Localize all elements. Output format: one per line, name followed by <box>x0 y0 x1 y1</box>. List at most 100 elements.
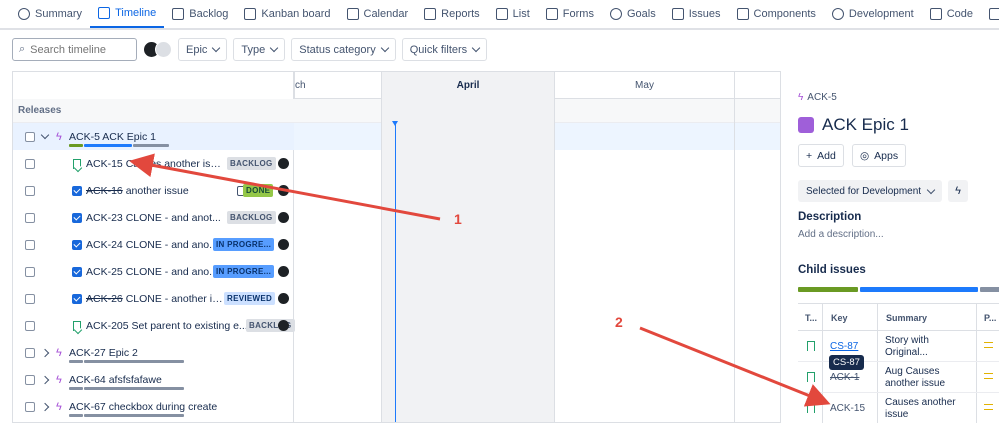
month-april: April <box>381 72 554 99</box>
timeline-chart <box>294 99 780 422</box>
avatar[interactable] <box>278 158 289 169</box>
priority-medium-icon <box>984 342 993 348</box>
table-row[interactable]: ACK-23 CLONE - and anot... BACKLOG <box>13 204 294 231</box>
epic-progress <box>69 387 184 390</box>
breadcrumb-key[interactable]: ACK-5 <box>807 92 836 103</box>
add-button[interactable]: + Add <box>798 144 844 167</box>
issue-key: ACK-27 <box>69 346 106 359</box>
row-checkbox[interactable] <box>25 266 35 277</box>
status-category-filter[interactable]: Status category <box>291 38 396 61</box>
month-may: May <box>554 72 734 99</box>
epic-progress <box>69 360 184 363</box>
tab-development[interactable]: Development <box>824 0 922 28</box>
epic-row[interactable]: ϟ ACK-5 ACK Epic 1 <box>13 123 294 150</box>
status-dropdown[interactable]: Selected for Development <box>798 180 943 202</box>
story-icon <box>73 158 81 169</box>
epic-row[interactable]: ϟ ACK-64 afsfsfafawe <box>13 366 294 393</box>
table-row[interactable]: ACK-205 Set parent to existing e... BACKL… <box>13 312 295 339</box>
tab-calendar[interactable]: Calendar <box>339 0 417 28</box>
row-checkbox[interactable] <box>25 185 35 196</box>
issue-title: another issue <box>125 184 189 197</box>
table-row[interactable]: ACK-15 Causes another issue BACKLOG <box>13 150 294 177</box>
tab-code[interactable]: Code <box>922 0 981 28</box>
chevron-down-icon[interactable] <box>40 130 50 140</box>
avatar[interactable] <box>278 185 289 196</box>
chevron-right-icon[interactable] <box>40 375 50 385</box>
avatar[interactable] <box>278 266 289 277</box>
tab-forms[interactable]: Forms <box>538 0 602 28</box>
chart-icon <box>424 8 437 20</box>
tab-backlog[interactable]: Backlog <box>164 0 236 28</box>
current-month-shade <box>381 99 554 422</box>
issue-title: afsfsfafawe <box>108 373 162 386</box>
avatar[interactable] <box>278 212 289 223</box>
table-row[interactable]: ACK-26 CLONE - another is... REVIEWED <box>13 285 294 312</box>
epic-row[interactable]: ϟ ACK-27 Epic 2 <box>13 339 294 366</box>
epic-filter[interactable]: Epic <box>178 38 228 61</box>
avatar[interactable] <box>155 41 172 58</box>
issues-icon <box>671 8 684 20</box>
row-checkbox[interactable] <box>25 347 35 358</box>
tab-timeline[interactable]: Timeline <box>90 0 165 28</box>
status-badge: REVIEWED <box>224 292 276 305</box>
row-checkbox[interactable] <box>25 239 35 250</box>
components-icon <box>736 8 749 20</box>
row-checkbox[interactable] <box>25 212 35 223</box>
tab-kanban-board[interactable]: Kanban board <box>236 0 338 28</box>
task-icon <box>72 212 82 223</box>
issue-key: ACK-67 <box>69 400 106 413</box>
type-filter[interactable]: Type <box>233 38 286 61</box>
priority-medium-icon <box>984 404 993 410</box>
issue-key: ACK-16 <box>86 184 123 197</box>
tab-components[interactable]: Components <box>729 0 824 28</box>
issue-key-link[interactable]: CS-87 <box>830 341 858 352</box>
table-row[interactable]: ACK-24 CLONE - and ano... IN PROGRE... <box>13 231 294 258</box>
issue-title: Set parent to existing e... <box>131 319 248 332</box>
timeline-icon <box>98 7 111 19</box>
table-row[interactable]: ACK-25 CLONE - and ano... IN PROGRE... <box>13 258 294 285</box>
row-checkbox[interactable] <box>25 374 35 385</box>
quick-filters[interactable]: Quick filters <box>401 38 488 61</box>
row-checkbox[interactable] <box>25 293 35 304</box>
forms-icon <box>545 8 558 20</box>
table-row[interactable]: ACK-16 another issue DONE <box>13 177 294 204</box>
avatar[interactable] <box>278 320 289 331</box>
row-checkbox[interactable] <box>25 401 35 412</box>
tab-goals[interactable]: Goals <box>602 0 664 28</box>
status-badge: BACKLOG <box>227 211 276 224</box>
chevron-down-icon <box>471 43 481 53</box>
description-field[interactable]: Add a description... <box>798 229 884 240</box>
status-badge: DONE <box>243 184 274 197</box>
row-checkbox[interactable] <box>25 131 35 142</box>
tab-summary[interactable]: Summary <box>10 0 90 28</box>
tab-list[interactable]: List <box>488 0 538 28</box>
globe-icon <box>18 8 30 20</box>
search-box[interactable]: ⌕ <box>12 38 137 61</box>
tab-issues[interactable]: Issues <box>664 0 729 28</box>
automation-button[interactable]: ϟ <box>948 180 968 202</box>
avatar[interactable] <box>278 293 289 304</box>
issue-key-link[interactable]: ACK-15 <box>830 403 865 414</box>
epic-color-icon[interactable] <box>798 117 814 133</box>
row-checkbox[interactable] <box>25 158 35 169</box>
tab-releases[interactable]: Releases <box>981 0 999 28</box>
tab-reports[interactable]: Reports <box>416 0 488 28</box>
row-checkbox[interactable] <box>25 320 35 331</box>
epic-row[interactable]: ϟ ACK-67 checkbox during create <box>13 393 294 420</box>
issue-key: ACK-15 <box>86 157 123 170</box>
status-badge: BACKLOG <box>227 157 276 170</box>
chevron-right-icon[interactable] <box>40 348 50 358</box>
issue-title[interactable]: ACK Epic 1 <box>822 115 909 135</box>
assignee-filter[interactable] <box>143 41 172 58</box>
chevron-right-icon[interactable] <box>40 402 50 412</box>
task-icon <box>72 185 82 196</box>
issue-key-link[interactable]: ACK-1 <box>830 372 859 383</box>
search-input[interactable] <box>30 43 126 56</box>
issue-title: CLONE - and ano... <box>125 265 218 278</box>
apps-button[interactable]: ◎ Apps <box>852 144 907 167</box>
target-icon <box>609 8 622 20</box>
avatar[interactable] <box>278 239 289 250</box>
issue-key: ACK-24 <box>86 238 123 251</box>
apps-icon: ◎ <box>860 149 870 162</box>
table-row[interactable]: ACK-15 Causes another issue <box>798 394 999 423</box>
